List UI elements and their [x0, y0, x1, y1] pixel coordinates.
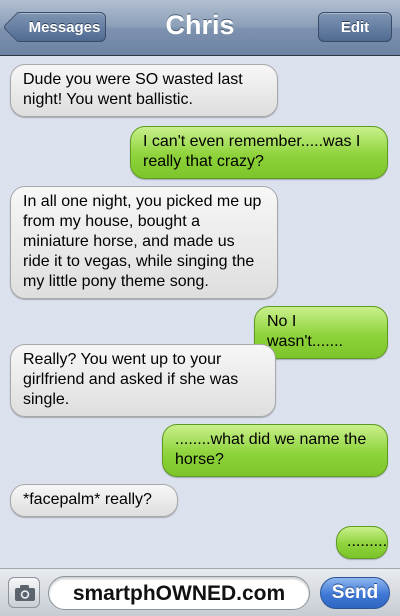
incoming-message: Dude you were SO wasted last night! You …	[10, 64, 278, 117]
send-button[interactable]: Send	[320, 577, 390, 609]
outgoing-message: I can't even remember.....was I really t…	[130, 126, 388, 179]
message-input-bar: smartphOWNED.com Send	[0, 568, 400, 616]
camera-button[interactable]	[8, 577, 40, 608]
camera-icon	[15, 585, 35, 601]
message-text-field[interactable]: smartphOWNED.com	[48, 576, 310, 610]
incoming-message: Really? You went up to your girlfriend a…	[10, 344, 276, 417]
outgoing-message: ........what did we name the horse?	[162, 424, 388, 477]
navigation-bar: Messages Chris Edit	[0, 0, 400, 56]
edit-button[interactable]: Edit	[318, 12, 392, 42]
incoming-message: In all one night, you picked me up from …	[10, 186, 278, 299]
outgoing-message: .........	[336, 526, 388, 559]
incoming-message: *facepalm* really?	[10, 484, 178, 517]
